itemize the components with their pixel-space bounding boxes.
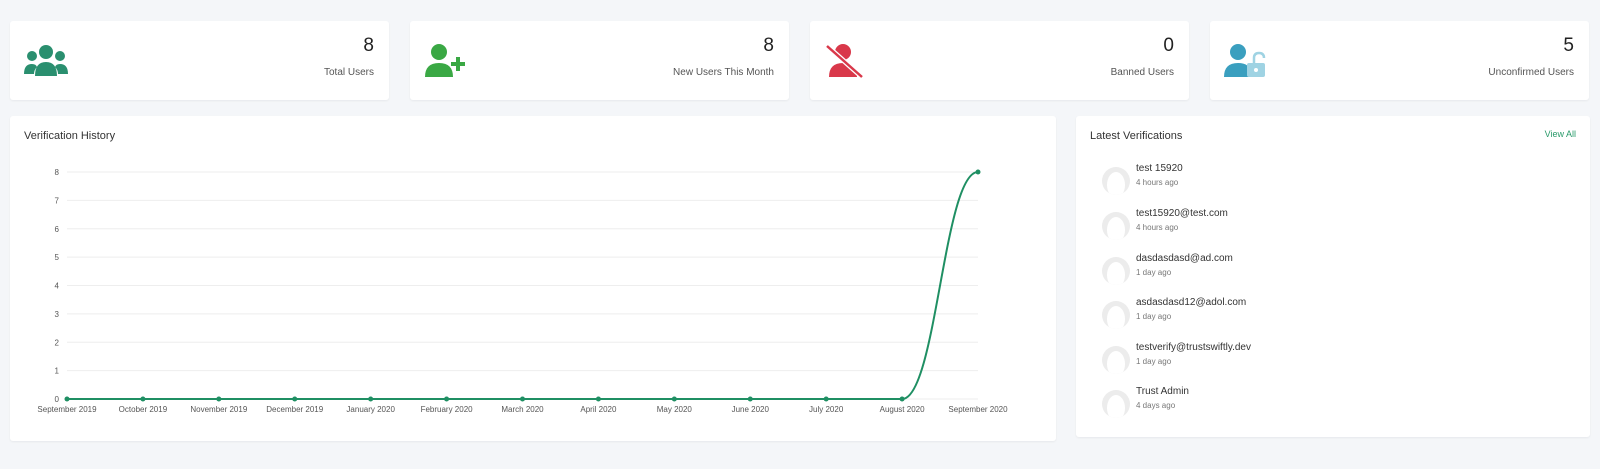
verification-history-chart: 0 1 2 3 4 5 6 7 8 September 2019 October 2019 Novem… [37, 168, 1008, 414]
avatar [1102, 301, 1130, 329]
avatar [1102, 390, 1130, 418]
y-tick-label: 8 [55, 168, 60, 177]
verification-time: 4 hours ago [1136, 223, 1179, 232]
view-all-link[interactable]: View All [1545, 129, 1576, 139]
data-point [292, 396, 298, 402]
verification-time: 4 days ago [1136, 401, 1176, 410]
y-tick-label: 0 [55, 395, 60, 404]
user-unlock-icon [1224, 44, 1266, 77]
verification-item[interactable]: testverify@trustswiftly.dev 1 day ago [1102, 342, 1522, 378]
x-tick-label: March 2020 [501, 405, 544, 414]
data-point [899, 396, 905, 402]
verification-history-panel: Verification History 0 1 2 3 4 5 6 7 8 September … [10, 116, 1056, 441]
verification-name: test 15920 [1136, 163, 1183, 174]
x-tick-label: September 2019 [37, 405, 97, 414]
x-tick-label: September 2020 [948, 405, 1008, 414]
verification-time: 1 day ago [1136, 312, 1172, 321]
verification-item[interactable]: test 15920 4 hours ago [1102, 163, 1522, 199]
user-slash-icon [825, 44, 864, 79]
avatar [1102, 167, 1130, 195]
stat-value: 8 [363, 35, 374, 56]
x-tick-label: October 2019 [119, 405, 168, 414]
data-point [368, 396, 374, 402]
y-tick-label: 6 [55, 225, 60, 234]
verification-item[interactable]: dasdasdasd@ad.com 1 day ago [1102, 253, 1522, 289]
y-tick-label: 1 [55, 367, 60, 376]
stat-card-new-users: 8 New Users This Month [410, 21, 789, 100]
x-tick-label: August 2020 [880, 405, 925, 414]
stat-value: 8 [763, 35, 774, 56]
stat-label: New Users This Month [673, 67, 774, 78]
data-point [64, 396, 70, 402]
latest-verifications-panel: Latest Verifications View All test 15920… [1076, 116, 1590, 437]
panel-title: Latest Verifications [1090, 130, 1183, 142]
x-tick-label: April 2020 [580, 405, 617, 414]
stat-value: 0 [1163, 35, 1174, 56]
x-tick-label: November 2019 [190, 405, 247, 414]
data-point [747, 396, 753, 402]
y-tick-label: 4 [55, 282, 60, 291]
data-point [444, 396, 450, 402]
y-tick-label: 5 [55, 253, 60, 262]
verification-name: Trust Admin [1136, 386, 1189, 397]
stat-card-total-users: 8 Total Users [10, 21, 389, 100]
verification-name: testverify@trustswiftly.dev [1136, 342, 1251, 353]
y-tick-label: 3 [55, 310, 60, 319]
stat-card-banned-users: 0 Banned Users [810, 21, 1189, 100]
verification-name: dasdasdasd@ad.com [1136, 253, 1233, 264]
stat-label: Banned Users [1110, 67, 1174, 78]
data-point [216, 396, 222, 402]
data-point [823, 396, 829, 402]
stat-label: Total Users [323, 67, 374, 78]
x-tick-label: January 2020 [346, 405, 395, 414]
y-tick-label: 2 [55, 338, 60, 347]
verification-name: test15920@test.com [1136, 208, 1228, 219]
avatar [1102, 212, 1130, 240]
verification-item[interactable]: test15920@test.com 4 hours ago [1102, 208, 1522, 244]
avatar [1102, 346, 1130, 374]
stat-value: 5 [1563, 35, 1574, 56]
x-tick-label: December 2019 [266, 405, 323, 414]
x-tick-label: February 2020 [421, 405, 474, 414]
verification-name: asdasdasd12@adol.com [1136, 297, 1247, 308]
data-point [975, 169, 981, 175]
verification-item[interactable]: Trust Admin 4 days ago [1102, 386, 1522, 422]
x-tick-label: May 2020 [657, 405, 693, 414]
verification-item[interactable]: asdasdasd12@adol.com 1 day ago [1102, 297, 1522, 333]
verification-time: 1 day ago [1136, 357, 1172, 366]
data-point [595, 396, 601, 402]
avatar [1102, 257, 1130, 285]
verification-time: 4 hours ago [1136, 178, 1179, 187]
x-tick-label: June 2020 [732, 405, 770, 414]
y-tick-label: 7 [55, 196, 60, 205]
data-point [671, 396, 677, 402]
stat-label: Unconfirmed Users [1488, 67, 1574, 78]
stat-card-unconfirmed-users: 5 Unconfirmed Users [1210, 21, 1589, 100]
x-tick-label: July 2020 [809, 405, 844, 414]
data-point [520, 396, 525, 402]
data-point [140, 396, 146, 402]
verification-time: 1 day ago [1136, 268, 1172, 277]
user-plus-icon [425, 44, 465, 77]
users-group-icon [24, 45, 68, 76]
